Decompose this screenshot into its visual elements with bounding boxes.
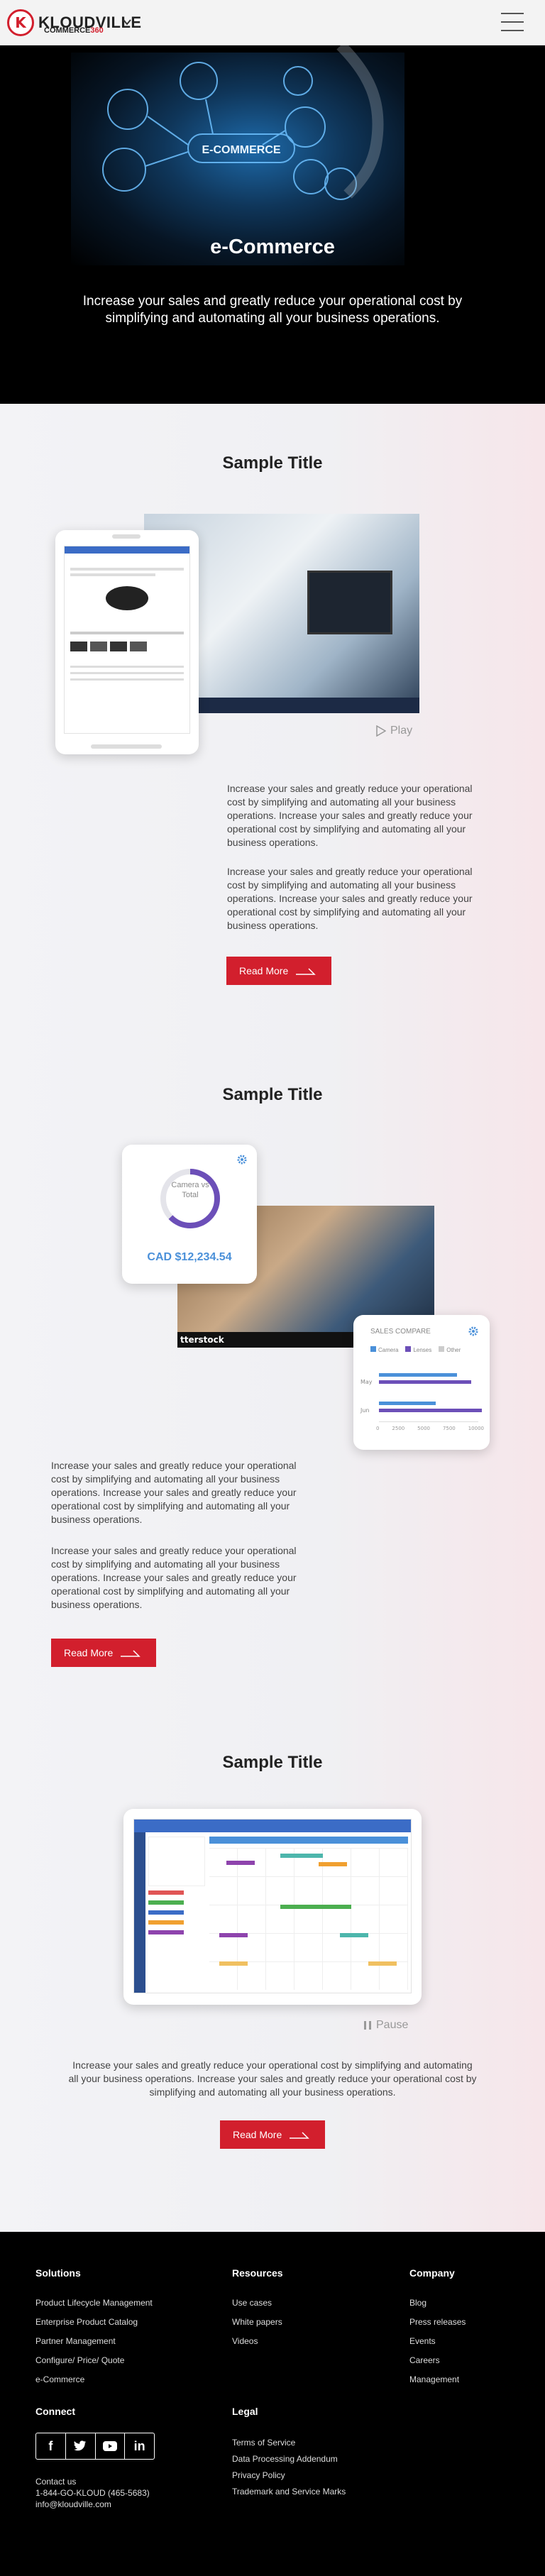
chart-legend: Camera Lenses Other bbox=[370, 1346, 461, 1353]
footer-link[interactable]: Careers bbox=[409, 2355, 440, 2365]
footer-link[interactable]: Partner Management bbox=[35, 2336, 116, 2346]
pause-icon bbox=[364, 2021, 371, 2030]
section-two-paragraph-1: Increase your sales and greatly reduce y… bbox=[51, 1460, 297, 1525]
arrow-right-icon bbox=[290, 2132, 309, 2139]
footer-heading-company: Company bbox=[409, 2267, 455, 2279]
donut-chart-card: Camera vs Total CAD $12,234.54 bbox=[122, 1145, 257, 1284]
section-three: Sample Title Pause Increase your sales a… bbox=[0, 1717, 545, 2232]
menu-icon[interactable] bbox=[501, 13, 524, 33]
social-links: f in bbox=[35, 2433, 155, 2460]
facebook-icon[interactable]: f bbox=[36, 2433, 66, 2459]
play-button[interactable]: Play bbox=[376, 725, 412, 737]
footer-heading-resources: Resources bbox=[232, 2267, 283, 2279]
twitter-icon[interactable] bbox=[66, 2433, 96, 2459]
calendar-grid bbox=[209, 1848, 408, 1990]
footer-link[interactable]: e-Commerce bbox=[35, 2374, 84, 2384]
tablet-mockup bbox=[123, 1809, 422, 2005]
gear-icon[interactable] bbox=[237, 1155, 247, 1165]
logo-mark-icon: K bbox=[7, 9, 34, 36]
phone-link[interactable]: 1-844-GO-KLOUD (465-5683) bbox=[35, 2488, 150, 2498]
logo-subtitle: COMMERCE360 bbox=[44, 26, 104, 35]
footer-heading-connect: Connect bbox=[35, 2406, 75, 2417]
hero-sign-text: E-COMMERCE bbox=[202, 144, 280, 156]
footer-link[interactable]: White papers bbox=[232, 2317, 282, 2327]
bar-jun-lenses bbox=[379, 1409, 482, 1412]
section-one-paragraph-1: Increase your sales and greatly reduce y… bbox=[227, 783, 473, 848]
footer-link[interactable]: Enterprise Product Catalog bbox=[35, 2317, 138, 2327]
youtube-icon[interactable] bbox=[96, 2433, 126, 2459]
footer-link[interactable]: Use cases bbox=[232, 2298, 272, 2308]
hero-banner: E-COMMERCE e-Commerce Increase your sale… bbox=[0, 45, 545, 404]
footer-link[interactable]: Management bbox=[409, 2374, 459, 2384]
site-footer: Solutions Product Lifecycle Management E… bbox=[0, 2232, 545, 2576]
section-one: Sample Title ck Play Increa bbox=[0, 404, 545, 1064]
sales-compare-title: SALES COMPARE bbox=[370, 1328, 431, 1336]
mini-calendar bbox=[148, 1837, 205, 1886]
phone-screen bbox=[64, 546, 190, 734]
monitor bbox=[307, 571, 392, 634]
chart-x-ticks: 0 2500 5000 7500 10000 bbox=[376, 1426, 484, 1431]
bar-may-lenses bbox=[379, 1380, 471, 1384]
calendar-screen bbox=[133, 1819, 412, 1993]
section-three-title: Sample Title bbox=[222, 1753, 323, 1772]
arrow-right-icon bbox=[121, 1650, 141, 1657]
footer-link[interactable]: Terms of Service bbox=[232, 2438, 295, 2448]
read-more-button[interactable]: Read More bbox=[226, 957, 331, 985]
section-two: Sample Title tterstock Camera vs Total C… bbox=[0, 1064, 545, 1717]
section-two-title: Sample Title bbox=[222, 1085, 323, 1104]
donut-value: CAD $12,234.54 bbox=[147, 1251, 232, 1263]
bar-may-camera bbox=[379, 1373, 457, 1377]
gear-icon[interactable] bbox=[468, 1326, 478, 1336]
read-more-button[interactable]: Read More bbox=[220, 2120, 325, 2149]
donut-label: Camera vs Total bbox=[171, 1181, 209, 1199]
footer-link[interactable]: Product Lifecycle Management bbox=[35, 2298, 153, 2308]
section-one-title: Sample Title bbox=[222, 453, 323, 473]
footer-link[interactable]: Data Processing Addendum bbox=[232, 2454, 338, 2464]
chevron-down-icon[interactable] bbox=[122, 17, 132, 27]
hero-title: e-Commerce bbox=[210, 236, 335, 258]
read-more-button[interactable]: Read More bbox=[51, 1639, 156, 1667]
email-link[interactable]: info@kloudville.com bbox=[35, 2499, 111, 2509]
footer-link[interactable]: Events bbox=[409, 2336, 436, 2346]
phone-mockup bbox=[55, 530, 199, 754]
footer-heading-solutions: Solutions bbox=[35, 2267, 81, 2279]
site-header: K KLOUDVILLE COMMERCE360 bbox=[0, 0, 545, 45]
section-two-paragraph-2: Increase your sales and greatly reduce y… bbox=[51, 1545, 297, 1610]
footer-heading-legal: Legal bbox=[232, 2406, 258, 2417]
play-icon bbox=[376, 725, 386, 737]
footer-link[interactable]: Trademark and Service Marks bbox=[232, 2487, 346, 2497]
bar-jun-camera bbox=[379, 1402, 436, 1405]
hand-silhouette bbox=[336, 45, 384, 199]
ecommerce-network-illustration: E-COMMERCE bbox=[102, 45, 384, 200]
linkedin-icon[interactable]: in bbox=[125, 2433, 154, 2459]
sales-compare-card: SALES COMPARE Camera Lenses Other May Ju… bbox=[353, 1315, 490, 1450]
footer-link[interactable]: Blog bbox=[409, 2298, 426, 2308]
contact-us-link[interactable]: Contact us bbox=[35, 2477, 76, 2487]
footer-link[interactable]: Privacy Policy bbox=[232, 2470, 285, 2480]
pause-button[interactable]: Pause bbox=[363, 2019, 408, 2032]
camera-image bbox=[106, 586, 148, 610]
footer-link[interactable]: Press releases bbox=[409, 2317, 466, 2327]
arrow-right-icon bbox=[296, 968, 316, 975]
footer-link[interactable]: Videos bbox=[232, 2336, 258, 2346]
section-three-paragraph: Increase your sales and greatly reduce y… bbox=[68, 2059, 477, 2098]
section-one-paragraph-2: Increase your sales and greatly reduce y… bbox=[227, 866, 473, 931]
hero-subtitle: Increase your sales and greatly reduce y… bbox=[82, 294, 463, 326]
footer-link[interactable]: Configure/ Price/ Quote bbox=[35, 2355, 124, 2365]
